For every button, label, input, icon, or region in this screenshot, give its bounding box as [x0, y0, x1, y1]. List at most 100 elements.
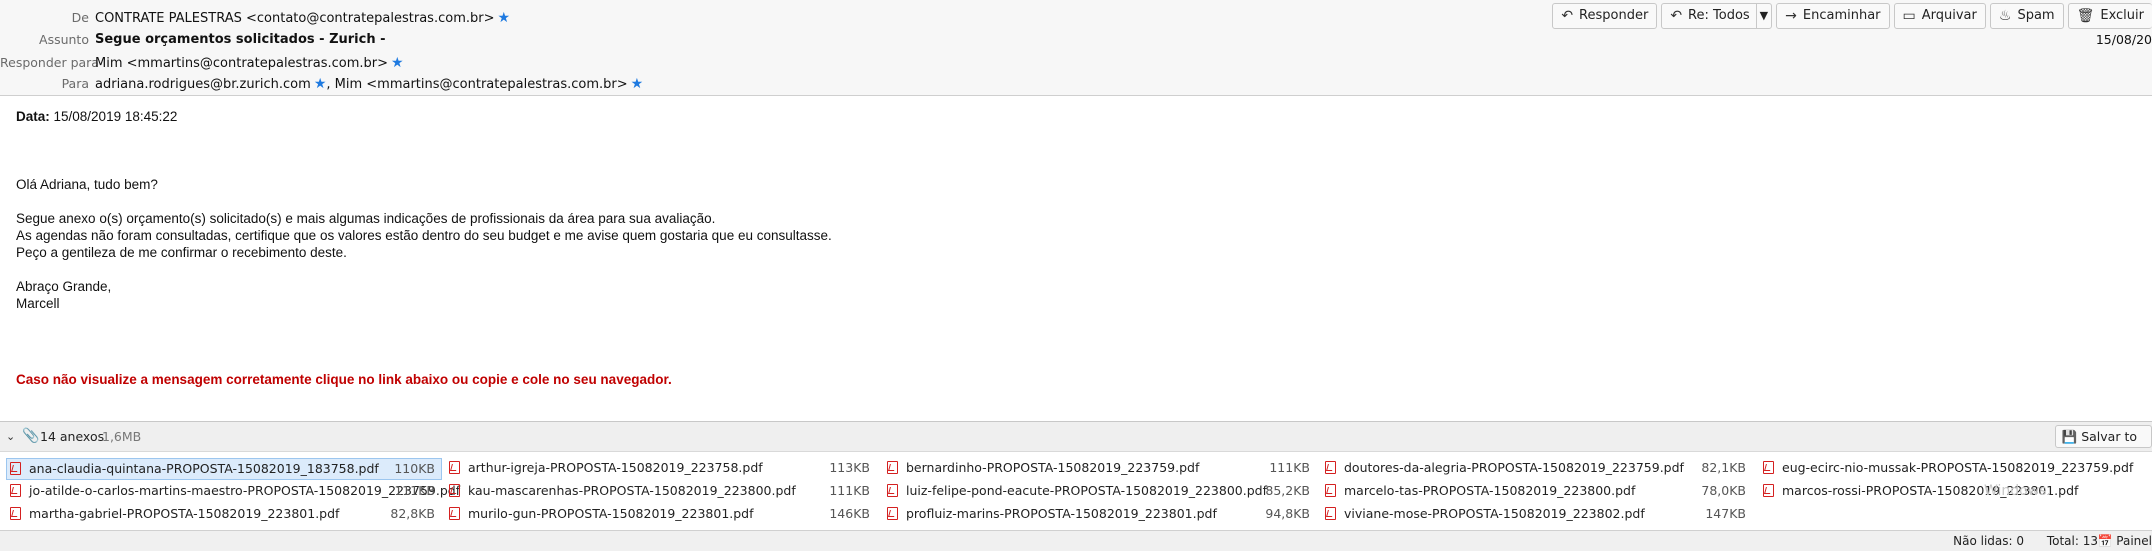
pdf-icon	[1325, 461, 1336, 474]
attachment-item[interactable]: martha-gabriel-PROPOSTA-15082019_223801.…	[7, 504, 441, 524]
pdf-icon	[449, 507, 460, 520]
message-body: Data: 15/08/2019 18:45:22 Olá Adriana, t…	[16, 108, 2116, 388]
attachment-item[interactable]: arthur-igreja-PROPOSTA-15082019_223758.p…	[446, 458, 876, 478]
body-line-3: Peço a gentileza de me confirmar o receb…	[16, 244, 2116, 261]
pdf-icon	[1325, 507, 1336, 520]
reply-all-label: Re: Todos	[1688, 4, 1750, 28]
chevron-down-icon[interactable]: ▼	[1756, 4, 1771, 28]
message-toolbar: ↶ Responder ↶ Re: Todos ▼ → Encaminhar ▭…	[1552, 3, 2152, 29]
archive-button[interactable]: ▭ Arquivar	[1894, 3, 1986, 29]
pdf-icon	[449, 461, 460, 474]
body-line-1: Segue anexo o(s) orçamento(s) solicitado…	[16, 210, 2116, 227]
star-icon[interactable]: ★	[314, 76, 327, 92]
attachment-size: 82,8KB	[390, 504, 435, 524]
attachment-name: ana-claudia-quintana-PROPOSTA-15082019_1…	[29, 459, 379, 479]
attachment-name: luiz-felipe-pond-eacute-PROPOSTA-1508201…	[906, 481, 1267, 501]
attachment-name: marcelo-tas-PROPOSTA-15082019_223800.pdf	[1344, 481, 1635, 501]
attachment-size: 94,8KB	[1265, 504, 1310, 524]
replyto-address[interactable]: Mim <mmartins@contratepalestras.com.br>	[95, 56, 388, 71]
save-all-button[interactable]: 💾 Salvar to	[2055, 425, 2152, 448]
attachment-item[interactable]: doutores-da-alegria-PROPOSTA-15082019_22…	[1322, 458, 1752, 478]
subject-text: Segue orçamentos solicitados - Zurich -	[95, 32, 386, 47]
to-separator: ,	[326, 77, 334, 92]
pdf-icon	[10, 484, 21, 497]
attachment-item[interactable]: viviane-mose-PROPOSTA-15082019_223802.pd…	[1322, 504, 1752, 524]
to-value[interactable]: adriana.rodrigues@br.zurich.com★, Mim <m…	[95, 74, 643, 95]
save-all-label: Salvar to	[2081, 429, 2137, 444]
reply-all-button[interactable]: ↶ Re: Todos ▼	[1661, 3, 1772, 29]
from-value[interactable]: CONTRATE PALESTRAS <contato@contratepale…	[95, 8, 510, 29]
date-line-label: Data:	[16, 109, 50, 124]
attachment-size: 111KB	[394, 481, 435, 501]
pdf-icon	[449, 484, 460, 497]
panel-label: Painel	[2116, 534, 2152, 548]
replyto-label: Responder para	[0, 53, 89, 73]
attachment-size: 111KB	[1269, 458, 1310, 478]
delete-button[interactable]: 🗑 Excluir	[2068, 3, 2152, 29]
attachment-item[interactable]: marcelo-tas-PROPOSTA-15082019_223800.pdf…	[1322, 481, 1752, 501]
greeting: Olá Adriana, tudo bem?	[16, 176, 2116, 193]
attachment-item[interactable]: eug-ecirc-nio-mussak-PROPOSTA-15082019_2…	[1760, 458, 2150, 478]
spam-icon: ♨	[1999, 4, 2012, 28]
pdf-icon	[887, 484, 898, 497]
attachment-name: bernardinho-PROPOSTA-15082019_223759.pdf	[906, 458, 1199, 478]
signature: Marcell	[16, 295, 2116, 312]
reply-button[interactable]: ↶ Responder	[1552, 3, 1657, 29]
spam-button[interactable]: ♨ Spam	[1990, 3, 2064, 29]
date-line: Data: 15/08/2019 18:45:22	[16, 108, 2116, 125]
attachment-item[interactable]: luiz-felipe-pond-eacute-PROPOSTA-1508201…	[884, 481, 1316, 501]
subject-label: Assunto	[0, 30, 89, 50]
attachment-item[interactable]: kau-mascarenhas-PROPOSTA-15082019_223800…	[446, 481, 876, 501]
windows-watermark: Windows.	[1984, 483, 2051, 499]
attachment-list: ana-claudia-quintana-PROPOSTA-15082019_1…	[0, 456, 2152, 532]
subject-value: Segue orçamentos solicitados - Zurich -	[95, 30, 386, 50]
attachment-item[interactable]: bernardinho-PROPOSTA-15082019_223759.pdf…	[884, 458, 1316, 478]
message-header: De CONTRATE PALESTRAS <contato@contratep…	[0, 0, 2152, 96]
attachment-item[interactable]: jo-atilde-o-carlos-martins-maestro-PROPO…	[7, 481, 441, 501]
attachment-size: 82,1KB	[1701, 458, 1746, 478]
forward-label: Encaminhar	[1803, 4, 1881, 28]
calendar-icon: 📅	[2098, 534, 2113, 548]
attachment-item[interactable]: marcos-rossi-PROPOSTA-15082019_223801.pd…	[1760, 481, 2150, 501]
trash-icon: 🗑	[2077, 4, 2095, 28]
to-address-2[interactable]: Mim <mmartins@contratepalestras.com.br>	[335, 77, 628, 92]
message-date: 15/08/20	[2096, 32, 2152, 47]
forward-icon: →	[1785, 4, 1797, 28]
attachment-name: eug-ecirc-nio-mussak-PROPOSTA-15082019_2…	[1782, 458, 2133, 478]
star-icon[interactable]: ★	[497, 10, 510, 26]
chevron-down-icon[interactable]: ⌄	[6, 422, 15, 451]
attachment-size: 146KB	[829, 504, 870, 524]
attachment-name: kau-mascarenhas-PROPOSTA-15082019_223800…	[468, 481, 796, 501]
to-label: Para	[0, 74, 89, 94]
attachment-count[interactable]: 14 anexos	[40, 422, 104, 451]
from-address[interactable]: CONTRATE PALESTRAS <contato@contratepale…	[95, 11, 494, 26]
attachment-size: 113KB	[829, 458, 870, 478]
pdf-icon	[887, 461, 898, 474]
to-address-1[interactable]: adriana.rodrigues@br.zurich.com	[95, 77, 311, 92]
attachment-name: viviane-mose-PROPOSTA-15082019_223802.pd…	[1344, 504, 1645, 524]
status-bar: Não lidas: 0 Total: 13 📅 Painel	[0, 530, 2152, 551]
attachment-item[interactable]: profluiz-marins-PROPOSTA-15082019_223801…	[884, 504, 1316, 524]
star-icon[interactable]: ★	[631, 76, 644, 92]
attachment-item[interactable]: murilo-gun-PROPOSTA-15082019_223801.pdf …	[446, 504, 876, 524]
attachment-name: murilo-gun-PROPOSTA-15082019_223801.pdf	[468, 504, 754, 524]
archive-label: Arquivar	[1922, 4, 1977, 28]
pdf-icon	[1763, 484, 1774, 497]
attachment-name: arthur-igreja-PROPOSTA-15082019_223758.p…	[468, 458, 763, 478]
forward-button[interactable]: → Encaminhar	[1776, 3, 1889, 29]
attachment-name: profluiz-marins-PROPOSTA-15082019_223801…	[906, 504, 1217, 524]
delete-label: Excluir	[2100, 4, 2144, 28]
reply-icon: ↶	[1561, 4, 1573, 28]
attachment-size: 111KB	[829, 481, 870, 501]
attachments-bar: ⌄ 📎 14 anexos 1,6MB 💾 Salvar to	[0, 421, 2152, 452]
attachment-size: 85,2KB	[1265, 481, 1310, 501]
spam-label: Spam	[2017, 4, 2054, 28]
pdf-icon	[1763, 461, 1774, 474]
panel-toggle[interactable]: 📅 Painel	[2098, 531, 2152, 551]
replyto-value[interactable]: Mim <mmartins@contratepalestras.com.br>★	[95, 53, 404, 74]
star-icon[interactable]: ★	[391, 55, 404, 71]
pdf-icon	[10, 507, 21, 520]
attachment-item[interactable]: ana-claudia-quintana-PROPOSTA-15082019_1…	[6, 458, 442, 480]
pdf-icon	[10, 462, 21, 475]
reply-label: Responder	[1579, 4, 1648, 28]
